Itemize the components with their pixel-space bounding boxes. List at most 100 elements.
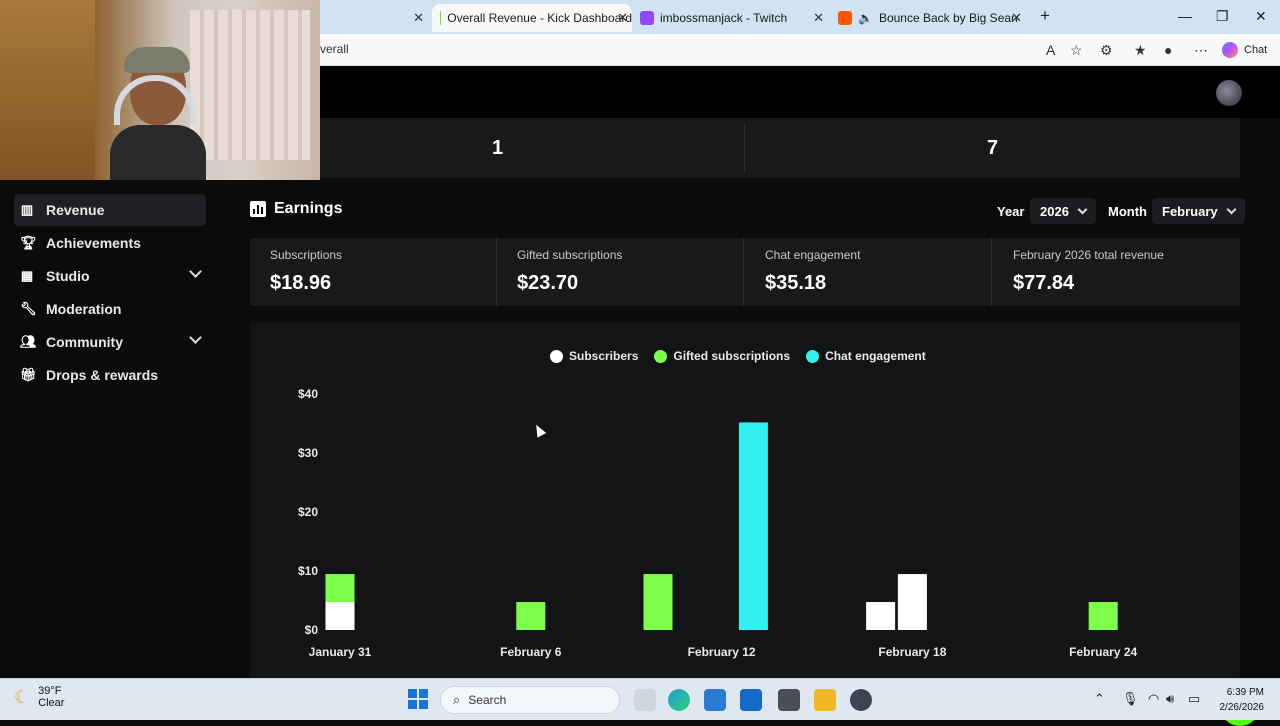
tab-title: imbossmanjack - Twitch [660,11,788,25]
card-label: Gifted subscriptions [517,248,623,262]
more-menu-icon[interactable]: ⋯ [1194,42,1208,59]
year-label: Year [997,204,1025,219]
divider [991,238,992,306]
favorite-star-icon[interactable]: ☆ [1070,42,1083,59]
sidebar-item-achievements[interactable]: 🏆︎ Achievements [14,227,206,259]
bar-subscribers[interactable] [325,602,355,630]
tab-title: Bounce Back by Big Sean [878,11,1018,25]
profile-icon[interactable]: ● [1164,42,1172,58]
y-tick-label: $10 [298,564,318,578]
system-clock[interactable]: 6:39 PM 2/26/2026 [1212,685,1265,715]
bar-gifted-subscriptions[interactable] [516,602,546,630]
restore-icon[interactable]: ❐ [1216,8,1229,25]
task-view-icon[interactable] [634,689,656,711]
card-gifted-subscriptions: Gifted subscriptions $23.70 [497,238,744,306]
sidebar-item-drops[interactable]: 🎁︎ Drops & rewards [14,359,206,391]
weather-widget[interactable]: ☾ 39°F Clear [14,685,64,709]
minimize-icon[interactable]: — [1178,8,1192,24]
chevron-down-icon[interactable] [189,265,202,278]
bar-chart-icon: ▥ [20,202,34,217]
earnings-chart-panel: Subscribers Gifted subscriptions Chat en… [250,322,1240,678]
mute-icon[interactable]: 🔈 [858,11,873,25]
battery-icon[interactable]: ▭ [1188,691,1200,707]
streamer-cap [124,47,190,73]
stat-value-right: 7 [986,136,999,159]
y-tick-label: $20 [298,505,318,519]
chevron-down-icon [1077,204,1088,214]
wifi-icon[interactable]: ◠ [1148,691,1159,707]
sidebar-item-community[interactable]: 👥︎ Community [14,326,206,358]
close-window-icon[interactable]: ✕ [1255,8,1267,25]
bar-chart-icon [250,201,266,217]
twitch-icon [640,11,654,25]
microphone-icon[interactable]: 🎙︎ [1122,691,1139,707]
read-aloud-icon[interactable]: A [1046,42,1055,58]
sidebar-item-revenue[interactable]: ▥ Revenue [14,194,206,226]
sidebar-item-moderation[interactable]: 🔧︎ Moderation [14,293,206,325]
tab-twitch[interactable]: imbossmanjack - Twitch ✕ [636,4,828,32]
copilot-chat-button[interactable]: Chat [1222,40,1267,60]
url-input[interactable]: verall [320,42,349,56]
edge-icon[interactable] [668,689,690,711]
x-tick-label: February 6 [500,645,562,659]
copilot-label: Chat [1244,44,1268,56]
revenue-summary-cards: Subscriptions $18.96 Gifted subscription… [250,238,1240,306]
bar-gifted-subscriptions[interactable] [1088,602,1118,630]
new-tab-icon[interactable]: + [1040,6,1050,26]
y-tick-label: $40 [298,387,318,401]
sidebar-item-label: Studio [46,268,90,284]
tab-overall-revenue[interactable]: Overall Revenue - Kick Dashboard ✕ [432,4,632,32]
close-icon[interactable]: ✕ [813,10,824,26]
bar-subscribers[interactable] [897,574,927,630]
streamer-body [110,125,206,180]
favorites-icon[interactable]: ★ [1134,42,1147,59]
background-curtain [190,10,310,160]
tab-music[interactable]: 🔈 Bounce Back by Big Sean ✕ [834,4,1026,32]
moon-icon: ☾ [14,686,31,707]
chevron-up-icon[interactable]: ⌃ [1094,691,1105,707]
x-tick-label: February 12 [688,645,756,659]
y-tick-label: $0 [305,623,319,637]
obs-icon[interactable] [850,689,872,711]
card-value: $23.70 [517,272,579,294]
bar-gifted-subscriptions[interactable] [325,574,355,603]
sidebar-item-label: Revenue [46,202,105,218]
sidebar-item-studio[interactable]: ▦ Studio [14,260,206,292]
extensions-icon[interactable]: ⚙ [1100,42,1113,59]
windows-start-icon[interactable] [408,689,428,709]
card-chat-engagement: Chat engagement $35.18 [745,238,992,306]
app-icon[interactable] [778,689,800,711]
earnings-title: Earnings [274,200,343,217]
bar-chat-engagement[interactable] [738,422,768,630]
close-icon[interactable]: ✕ [617,10,628,26]
card-value: $77.84 [1013,272,1075,294]
volume-icon[interactable]: 🔊︎ [1166,691,1174,707]
card-value: $35.18 [765,272,827,294]
stats-row: 1 7 [250,118,1240,178]
sidebar: ▥ Revenue 🏆︎ Achievements ▦ Studio 🔧︎ Mo… [0,178,220,678]
bar-gifted-subscriptions[interactable] [643,574,673,630]
card-subscriptions: Subscriptions $18.96 [250,238,497,306]
outlook-icon[interactable] [740,689,762,711]
month-select[interactable]: February [1152,198,1245,224]
earnings-heading: Earnings [250,200,342,218]
tab-previous[interactable]: ✕ [400,4,430,32]
chevron-down-icon [1226,204,1237,214]
file-explorer-icon[interactable] [814,689,836,711]
store-icon[interactable] [704,689,726,711]
divider [743,238,744,306]
taskbar-search[interactable]: ⌕ Search [440,686,620,714]
close-icon[interactable]: ✕ [413,10,424,26]
gift-icon: 🎁︎ [20,367,37,382]
year-select[interactable]: 2026 [1030,198,1096,224]
sidebar-item-label: Moderation [46,301,122,317]
stat-value-left: 1 [491,136,504,159]
chevron-down-icon[interactable] [189,331,202,344]
avatar[interactable] [1216,80,1242,106]
close-icon[interactable]: ✕ [1011,10,1022,26]
month-label: Month [1108,204,1147,219]
card-label: Chat engagement [765,248,861,262]
bar-subscribers[interactable] [866,602,896,630]
streamer-figure [110,45,206,180]
clock-date: 2/26/2026 [1219,702,1265,713]
